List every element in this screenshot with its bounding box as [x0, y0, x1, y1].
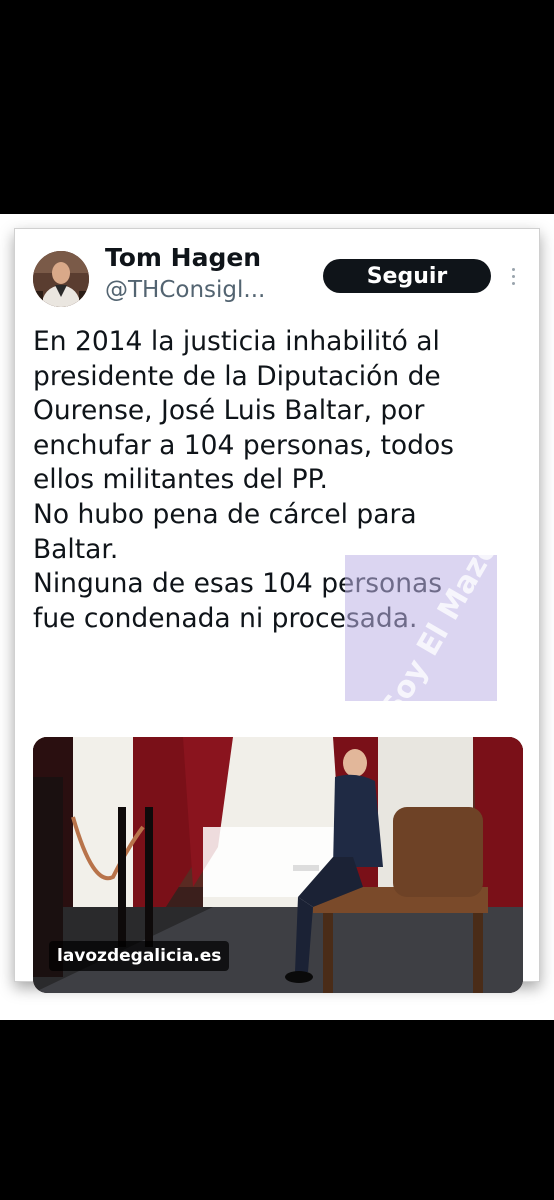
watermark-overlay: Soy El Mazo	[345, 555, 497, 701]
tweet-photo[interactable]: lavozdegalicia.es	[33, 737, 523, 993]
tweet-text-line: En 2014 la justicia inhabilitó al	[33, 326, 440, 357]
tweet-text-line: enchufar a 104 personas, todos	[33, 429, 454, 461]
author-avatar[interactable]	[33, 251, 89, 307]
author-handle[interactable]: @THConsigl...	[105, 277, 265, 303]
tweet-text-line: presidente de la Diputación de	[33, 360, 441, 392]
tweet-card: Tom Hagen @THConsigl... Seguir En 2014 l…	[14, 228, 540, 993]
follow-button[interactable]: Seguir	[323, 259, 491, 293]
screenshot-frame: Tom Hagen @THConsigl... Seguir En 2014 l…	[0, 214, 554, 1020]
media-source-label: lavozdegalicia.es	[49, 941, 230, 971]
tweet-text-line: Ourense, José Luis Baltar, por	[33, 395, 425, 427]
watermark-text: Soy El Mazo	[374, 555, 497, 701]
author-name[interactable]: Tom Hagen	[105, 243, 261, 272]
tweet-text-line: No hubo pena de cárcel para	[33, 498, 417, 530]
more-options-icon[interactable]	[505, 261, 521, 291]
tweet-text-line: ellos militantes del PP.	[33, 464, 328, 496]
